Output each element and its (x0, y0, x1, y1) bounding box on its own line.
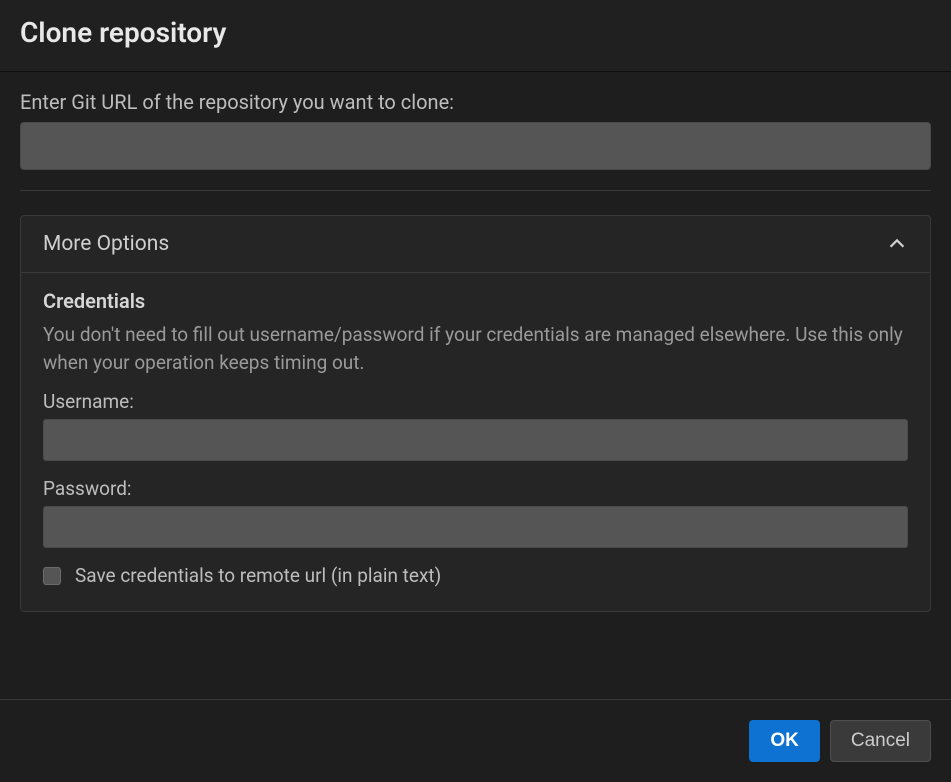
password-group: Password: (43, 477, 908, 548)
more-options-header[interactable]: More Options (21, 216, 930, 273)
divider (20, 190, 931, 191)
git-url-label: Enter Git URL of the repository you want… (20, 90, 931, 114)
git-url-group: Enter Git URL of the repository you want… (20, 90, 931, 170)
cancel-button[interactable]: Cancel (830, 720, 931, 762)
save-credentials-row: Save credentials to remote url (in plain… (43, 564, 908, 587)
password-label: Password: (43, 477, 908, 500)
dialog-body: Enter Git URL of the repository you want… (0, 72, 951, 699)
credentials-description: You don't need to fill out username/pass… (43, 321, 908, 376)
username-label: Username: (43, 390, 908, 413)
dialog-title: Clone repository (20, 16, 931, 49)
username-group: Username: (43, 390, 908, 461)
more-options-title: More Options (43, 232, 169, 256)
chevron-up-icon (886, 233, 908, 255)
dialog-header: Clone repository (0, 0, 951, 72)
save-credentials-checkbox[interactable] (43, 567, 61, 585)
save-credentials-label[interactable]: Save credentials to remote url (in plain… (75, 564, 441, 587)
ok-button[interactable]: OK (749, 720, 820, 762)
username-input[interactable] (43, 419, 908, 461)
more-options-panel: More Options Credentials You don't need … (20, 215, 931, 612)
clone-repository-dialog: Clone repository Enter Git URL of the re… (0, 0, 951, 782)
credentials-title: Credentials (43, 289, 908, 313)
password-input[interactable] (43, 506, 908, 548)
more-options-body: Credentials You don't need to fill out u… (21, 273, 930, 611)
git-url-input[interactable] (20, 122, 931, 170)
dialog-footer: OK Cancel (0, 699, 951, 782)
